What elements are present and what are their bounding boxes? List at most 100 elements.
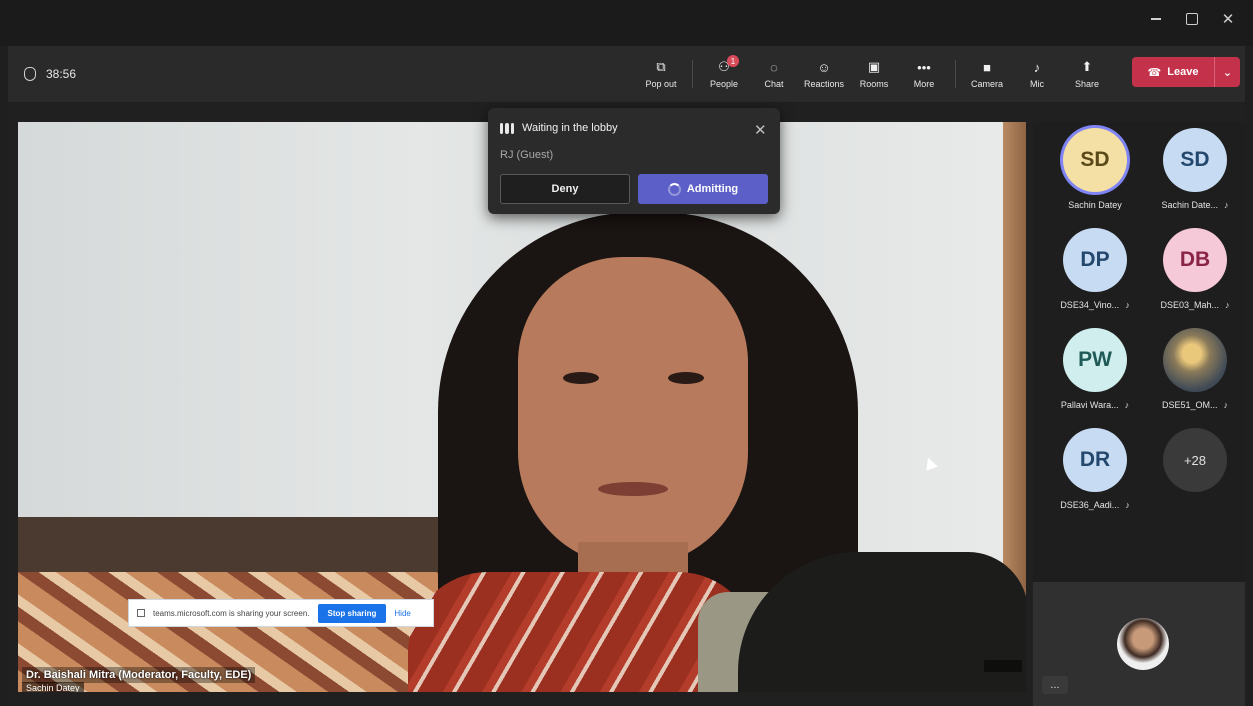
self-view-more-button[interactable]: ... [1042,676,1068,694]
share-icon: ⬆ [1081,59,1093,74]
screen-share-bar: teams.microsoft.com is sharing your scre… [128,599,434,627]
speaker-name-tag: Dr. Baishali Mitra (Moderator, Faculty, … [22,667,256,683]
people-label: People [709,79,739,89]
mic-off-icon: ♪ [1224,200,1229,210]
avatar: SD [1063,128,1127,192]
mic-off-icon: ♪ [1223,400,1229,410]
toolbar-divider [955,60,956,88]
rooms-icon: ▣ [867,59,881,74]
participant-name: Sachin Datey [1068,200,1122,210]
avatar: PW [1063,328,1127,392]
avatar [1163,328,1227,392]
video-person-face [518,257,748,567]
rooms-label: Rooms [859,79,889,89]
participant-tile[interactable]: SD Sachin Datey [1045,128,1145,228]
participant-name-label: Sachin Datey [1068,200,1122,210]
toolbar-actions: ⧉ Pop out ⚇ 1 People ◌ Chat ☺ Reactions … [636,46,1112,102]
chevron-down-icon: ⌄ [1222,66,1233,79]
spinner-icon [667,182,681,196]
participant-tile[interactable]: PW Pallavi Wara... ♪ [1045,328,1145,428]
chat-button[interactable]: ◌ Chat [749,46,799,102]
people-badge: 1 [727,55,739,67]
share-button[interactable]: ⬆ Share [1062,46,1112,102]
participant-tile[interactable]: DR DSE36_Aadi... ♪ [1045,428,1145,528]
window-titlebar: ✕ [0,0,1253,46]
pop-out-label: Pop out [645,79,677,89]
participant-name-label: DSE34_Vino... ♪ [1060,300,1129,310]
stop-sharing-button[interactable]: Stop sharing [317,603,387,623]
close-window-icon[interactable]: ✕ [1217,8,1239,30]
participant-name: DSE03_Mah... [1160,300,1220,310]
pop-out-button[interactable]: ⧉ Pop out [636,46,686,102]
presenter-name-tag: Sachin Datey [22,682,84,692]
close-icon[interactable]: ✕ [754,121,767,139]
lobby-guest-name: RJ (Guest) [500,149,554,161]
more-button[interactable]: ••• More [899,46,949,102]
participant-tile[interactable]: +28 [1145,428,1245,528]
mic-button[interactable]: ♪ Mic [1012,46,1062,102]
participant-name: Pallavi Wara... [1060,400,1119,410]
video-quality-icon [984,660,1022,672]
mic-off-icon: ♪ [1033,59,1041,75]
meeting-toolbar: 38:56 ⧉ Pop out ⚇ 1 People ◌ Chat ☺ Reac… [8,46,1245,102]
share-indicator-icon [137,609,145,617]
mic-label: Mic [1030,79,1044,89]
shield-icon [24,67,36,81]
video-person-mouth [598,482,668,496]
camera-label: Camera [970,79,1003,89]
toolbar-divider [692,60,693,88]
lobby-title: Waiting in the lobby [522,122,618,134]
leave-main[interactable]: ☎ Leave [1132,66,1214,79]
avatar: DB [1163,228,1227,292]
chat-icon: ◌ [770,59,778,75]
mic-off-icon: ♪ [1124,400,1130,410]
mic-off-icon: ♪ [1225,300,1230,310]
more-participants-avatar[interactable]: +28 [1163,428,1227,492]
deny-button[interactable]: Deny [500,174,630,204]
chat-label: Chat [764,79,784,89]
admit-button[interactable]: Admitting [638,174,768,204]
hide-share-bar-button[interactable]: Hide [394,609,410,618]
meeting-timer: 38:56 [24,67,76,81]
window-controls: ✕ [1145,8,1253,30]
avatar: DP [1063,228,1127,292]
phone-hangup-icon: ☎ [1147,66,1162,79]
participant-tile[interactable]: DP DSE34_Vino... ♪ [1045,228,1145,328]
participant-tile[interactable]: DB DSE03_Mah... ♪ [1145,228,1245,328]
leave-options-button[interactable]: ⌄ [1214,57,1240,87]
minimize-icon[interactable] [1145,8,1167,30]
teams-icon [500,122,514,134]
self-avatar [1117,618,1169,670]
camera-button[interactable]: ■ Camera [962,46,1012,102]
lobby-notification: Waiting in the lobby ✕ RJ (Guest) Deny A… [488,108,780,214]
video-person-eye [563,372,599,384]
participants-panel: SD Sachin Datey SD Sachin Date... ♪ DP DSE34_V… [1033,122,1245,582]
leave-button[interactable]: ☎ Leave ⌄ [1132,57,1240,87]
more-icon: ••• [917,59,931,75]
participant-name-label: Sachin Date... ♪ [1161,200,1228,210]
leave-label: Leave [1167,66,1199,78]
rooms-button[interactable]: ▣ Rooms [849,46,899,102]
avatar: DR [1063,428,1127,492]
camera-icon: ■ [983,59,991,75]
maximize-icon[interactable] [1181,8,1203,30]
participant-name-label: Pallavi Wara... ♪ [1061,400,1129,410]
participant-name: DSE36_Aadi... [1060,500,1120,510]
reactions-button[interactable]: ☺ Reactions [799,46,849,102]
mic-off-icon: ♪ [1125,300,1130,310]
mic-off-icon: ♪ [1125,500,1130,510]
participant-name-label: DSE03_Mah... ♪ [1160,300,1229,310]
more-label: More [913,79,935,89]
share-label: Share [1074,79,1100,89]
participant-name-label: DSE51_OM... ♪ [1162,400,1228,410]
reactions-icon: ☺ [817,59,831,75]
lobby-header: Waiting in the lobby [500,122,618,134]
video-person-eye [668,372,704,384]
meeting-stage: teams.microsoft.com is sharing your scre… [8,102,1245,706]
participant-tile[interactable]: DSE51_OM... ♪ [1145,328,1245,428]
participant-name: DSE51_OM... [1161,400,1218,410]
people-button[interactable]: ⚇ 1 People [699,46,749,102]
participant-name-label: DSE36_Aadi... ♪ [1060,500,1130,510]
participant-tile[interactable]: SD Sachin Date... ♪ [1145,128,1245,228]
participant-name: DSE34_Vino... [1060,300,1120,310]
